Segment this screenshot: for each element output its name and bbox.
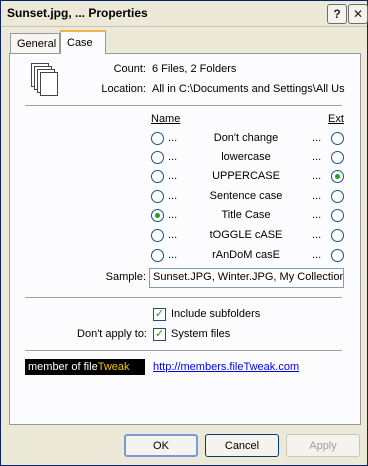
name-dots: ... <box>168 151 178 163</box>
help-button[interactable]: ? <box>327 4 347 24</box>
ext-dots: ... <box>312 132 322 144</box>
case-label-lowercase: lowercase <box>221 151 271 163</box>
location-value: All in C:\Documents and Settings\All Us <box>152 83 345 95</box>
separator <box>25 105 342 107</box>
apply-button-label: Apply <box>309 439 337 452</box>
ext-radio-sentence-case[interactable] <box>331 190 344 203</box>
name-radio-title-case[interactable] <box>151 209 164 222</box>
banner-prefix: member of file <box>28 361 98 373</box>
case-label-sentence-case: Sentence case <box>209 190 283 202</box>
case-label-toggle-case: tOGGLE cASE <box>209 229 283 241</box>
separator <box>25 350 342 352</box>
include-subfolders-checkbox[interactable]: ✓ <box>153 308 166 321</box>
tab-general[interactable]: General <box>10 33 60 53</box>
window-title: Sunset.jpg, ... Properties <box>7 6 148 20</box>
ext-dots: ... <box>312 190 322 202</box>
ext-dots: ... <box>312 229 322 241</box>
name-radio-sentence-case[interactable] <box>151 190 164 203</box>
dont-apply-label: Don't apply to: <box>77 328 147 340</box>
case-label-dont-change: Don't change <box>213 132 279 144</box>
multiple-files-icon <box>31 63 58 97</box>
cancel-button[interactable]: Cancel <box>205 434 279 457</box>
count-value: 6 Files, 2 Folders <box>152 63 237 75</box>
sample-label: Sample: <box>105 271 146 283</box>
ext-dots: ... <box>312 151 322 163</box>
location-label: Location: <box>101 83 146 95</box>
name-radio-uppercase[interactable] <box>151 170 164 183</box>
banner-brand: Tweak <box>97 361 130 373</box>
filetweak-link[interactable]: http://members.fileTweak.com <box>153 361 299 373</box>
name-radio-dont-change[interactable] <box>151 132 164 145</box>
name-dots: ... <box>168 132 178 144</box>
ext-radio-uppercase[interactable] <box>331 170 344 183</box>
name-column-header: Name <box>151 113 181 125</box>
ext-dots: ... <box>312 249 322 261</box>
system-files-checkbox[interactable]: ✓ <box>153 328 166 341</box>
name-radio-lowercase[interactable] <box>151 151 164 164</box>
close-icon: ✕ <box>352 7 364 21</box>
apply-button[interactable]: Apply <box>286 434 360 457</box>
count-label: Count: <box>113 63 146 75</box>
name-dots: ... <box>168 249 178 261</box>
system-files-label: System files <box>171 328 231 340</box>
ext-dots: ... <box>312 170 322 182</box>
close-button[interactable]: ✕ <box>348 4 368 24</box>
name-dots: ... <box>168 190 178 202</box>
ext-radio-dont-change[interactable] <box>331 132 344 145</box>
ext-radio-toggle-case[interactable] <box>331 229 344 242</box>
include-subfolders-label: Include subfolders <box>171 308 261 320</box>
name-dots: ... <box>168 209 178 221</box>
name-dots: ... <box>168 229 178 241</box>
ext-column-header: Ext <box>328 113 344 125</box>
ext-radio-title-case[interactable] <box>331 209 344 222</box>
ext-dots: ... <box>312 209 322 221</box>
name-radio-random-case[interactable] <box>151 249 164 262</box>
separator <box>25 297 342 299</box>
help-icon: ? <box>333 7 341 21</box>
name-radio-toggle-case[interactable] <box>151 229 164 242</box>
sample-field[interactable]: Sunset.JPG, Winter.JPG, My Collection <box>149 268 344 288</box>
tab-case[interactable]: Case <box>60 30 106 54</box>
properties-dialog: Sunset.jpg, ... Properties ? ✕ General C… <box>0 0 368 466</box>
filetweak-banner: member of fileTweak <box>25 359 145 375</box>
case-label-title-case: Title Case <box>221 209 271 221</box>
tab-general-label: General <box>17 37 57 50</box>
cancel-button-label: Cancel <box>224 439 260 452</box>
ext-radio-lowercase[interactable] <box>331 151 344 164</box>
ok-button[interactable]: OK <box>124 434 198 457</box>
name-dots: ... <box>168 170 178 182</box>
case-label-uppercase: UPPERCASE <box>212 170 280 182</box>
tab-case-label: Case <box>67 37 93 49</box>
ext-radio-random-case[interactable] <box>331 249 344 262</box>
title-bar[interactable]: Sunset.jpg, ... Properties ? ✕ <box>1 1 368 27</box>
ok-button-label: OK <box>153 439 169 452</box>
case-label-random-case: rAnDoM casE <box>212 249 280 261</box>
